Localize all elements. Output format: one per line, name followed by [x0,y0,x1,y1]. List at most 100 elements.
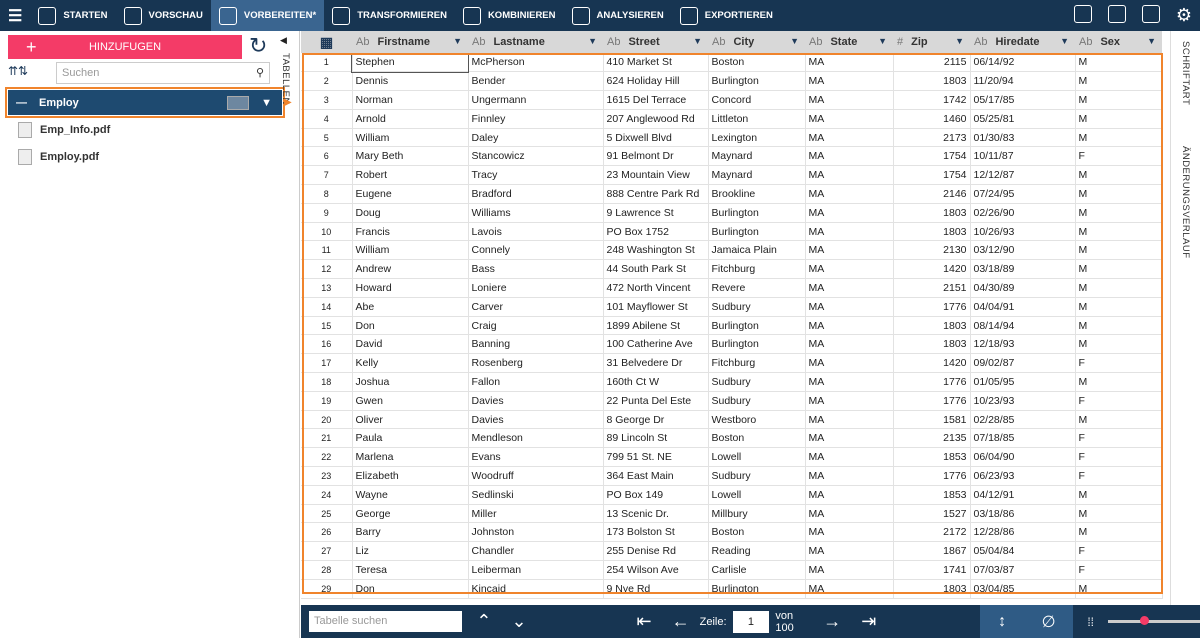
chevron-down-icon[interactable]: ▼ [261,97,272,109]
table-cell[interactable]: Bass [468,259,604,280]
table-cell[interactable]: 1754 [893,165,971,186]
table-cell[interactable]: 03/04/85 [970,579,1076,599]
table-cell[interactable]: Banning [468,334,604,355]
row-number[interactable]: 13 [301,278,353,298]
table-cell[interactable]: 248 Washington St [603,240,709,261]
table-cell[interactable]: 5 Dixwell Blvd [603,128,709,148]
table-cell[interactable]: Dennis [352,71,469,92]
table-cell[interactable]: Littleton [708,109,806,129]
table-cell[interactable]: Lowell [708,447,806,468]
table-cell[interactable]: Fitchburg [708,259,806,280]
table-cell[interactable]: Kincaid [468,579,604,599]
table-cell[interactable]: Boston [708,53,806,73]
column-header-hiredate[interactable]: Ab Hiredate ▼ [970,31,1075,53]
table-cell[interactable]: Eugene [352,184,469,204]
table-cell[interactable]: MA [805,165,894,186]
table-cell[interactable]: 2173 [893,128,971,148]
table-cell[interactable]: 888 Centre Park Rd [603,184,709,204]
table-cell[interactable]: M [1075,240,1163,261]
row-number[interactable]: 18 [301,372,353,392]
table-cell[interactable]: MA [805,391,894,411]
row-number[interactable]: 25 [301,504,353,524]
chevron-down-icon[interactable]: ▼ [790,36,799,46]
table-cell[interactable]: 1853 [893,447,971,468]
table-cell[interactable]: Andrew [352,259,469,280]
table-cell[interactable]: Millbury [708,504,806,524]
zoom-slider[interactable] [1107,616,1200,625]
table-cell[interactable]: MA [805,146,894,167]
table-cell[interactable]: MA [805,53,894,73]
table-cell[interactable]: Davies [468,391,604,411]
table-cell[interactable]: Oliver [352,410,469,430]
toolbar-vorbereiten[interactable]: VORBEREITEN* [210,0,325,31]
table-cell[interactable]: F [1075,428,1163,449]
table-cell[interactable]: Concord [708,90,806,110]
table-cell[interactable]: 9 Nye Rd [603,579,709,599]
toolbar-transformieren[interactable]: TRANSFORMIEREN [324,0,455,31]
table-cell[interactable]: 9 Lawrence St [603,203,709,223]
row-number[interactable]: 7 [301,165,353,186]
table-cell[interactable]: M [1075,184,1163,204]
row-number[interactable]: 27 [301,541,353,562]
table-cell[interactable]: 91 Belmont Dr [603,146,709,167]
table-cell[interactable]: Paula [352,428,469,449]
toolbar-starten[interactable]: STARTEN [30,0,115,31]
table-cell[interactable]: Leiberman [468,560,604,580]
table-cell[interactable]: Francis [352,222,469,242]
table-cell[interactable]: MA [805,447,894,468]
table-cell[interactable]: M [1075,90,1163,110]
table-cell[interactable]: 410 Market St [603,53,709,73]
table-cell[interactable]: MA [805,222,894,242]
table-cell[interactable]: 2146 [893,184,971,204]
table-cell[interactable]: 06/23/93 [970,466,1076,486]
add-button[interactable]: + HINZUFUGEN [8,35,242,59]
table-cell[interactable]: 23 Mountain View [603,165,709,186]
table-cell[interactable]: M [1075,278,1163,298]
table-cell[interactable]: 1527 [893,504,971,524]
table-cell[interactable]: PO Box 1752 [603,222,709,242]
next-icon[interactable]: → [823,611,841,632]
row-number[interactable]: 22 [301,447,353,468]
table-cell[interactable]: M [1075,71,1163,92]
table-cell[interactable]: MA [805,410,894,430]
table-cell[interactable]: F [1075,447,1163,468]
row-number[interactable]: 12 [301,259,353,280]
sort-icon[interactable]: ⇈⇅ [8,64,28,78]
table-cell[interactable]: Burlington [708,316,806,336]
table-cell[interactable]: MA [805,579,894,599]
table-cell[interactable]: MA [805,278,894,298]
table-cell[interactable]: 10/11/87 [970,146,1076,167]
table-cell[interactable]: MA [805,109,894,129]
table-cell[interactable]: M [1075,259,1163,280]
zoom-slider-handle[interactable] [1140,616,1150,625]
table-cell[interactable]: M [1075,334,1163,355]
row-number[interactable]: 17 [301,353,353,374]
row-input[interactable]: 1 [732,610,770,633]
table-cell[interactable]: Jamaica Plain [708,240,806,261]
table-cell[interactable]: Sudbury [708,391,806,411]
gear-icon[interactable]: ⚙ [1176,5,1192,26]
table-cell[interactable]: 13 Scenic Dr. [603,504,709,524]
chevron-down-icon[interactable]: ▼ [878,36,887,46]
chevron-down-icon[interactable]: ▼ [1060,36,1069,46]
column-header-street[interactable]: Ab Street ▼ [603,31,708,53]
toolbar-exportieren[interactable]: EXPORTIEREN [672,0,781,31]
table-cell[interactable]: Craig [468,316,604,336]
table-cell[interactable]: Loniere [468,278,604,298]
row-number[interactable]: 23 [301,466,353,486]
table-cell[interactable]: Howard [352,278,469,298]
row-number[interactable]: 19 [301,391,353,411]
tab-aenderungsverlauf[interactable]: ÄNDERUNGSVERLAUF [1180,146,1191,259]
table-cell[interactable]: Ungermann [468,90,604,110]
table-cell[interactable]: MA [805,184,894,204]
table-cell[interactable]: Sedlinski [468,485,604,505]
table-cell[interactable]: F [1075,560,1163,580]
table-cell[interactable]: M [1075,522,1163,543]
table-cell[interactable]: M [1075,222,1163,242]
table-cell[interactable]: MA [805,372,894,392]
chevron-down-icon[interactable]: ▼ [955,36,964,46]
table-cell[interactable]: David [352,334,469,355]
table-cell[interactable]: Arnold [352,109,469,129]
file-item[interactable]: Emp_Info.pdf [18,122,110,138]
table-cell[interactable]: MA [805,560,894,580]
